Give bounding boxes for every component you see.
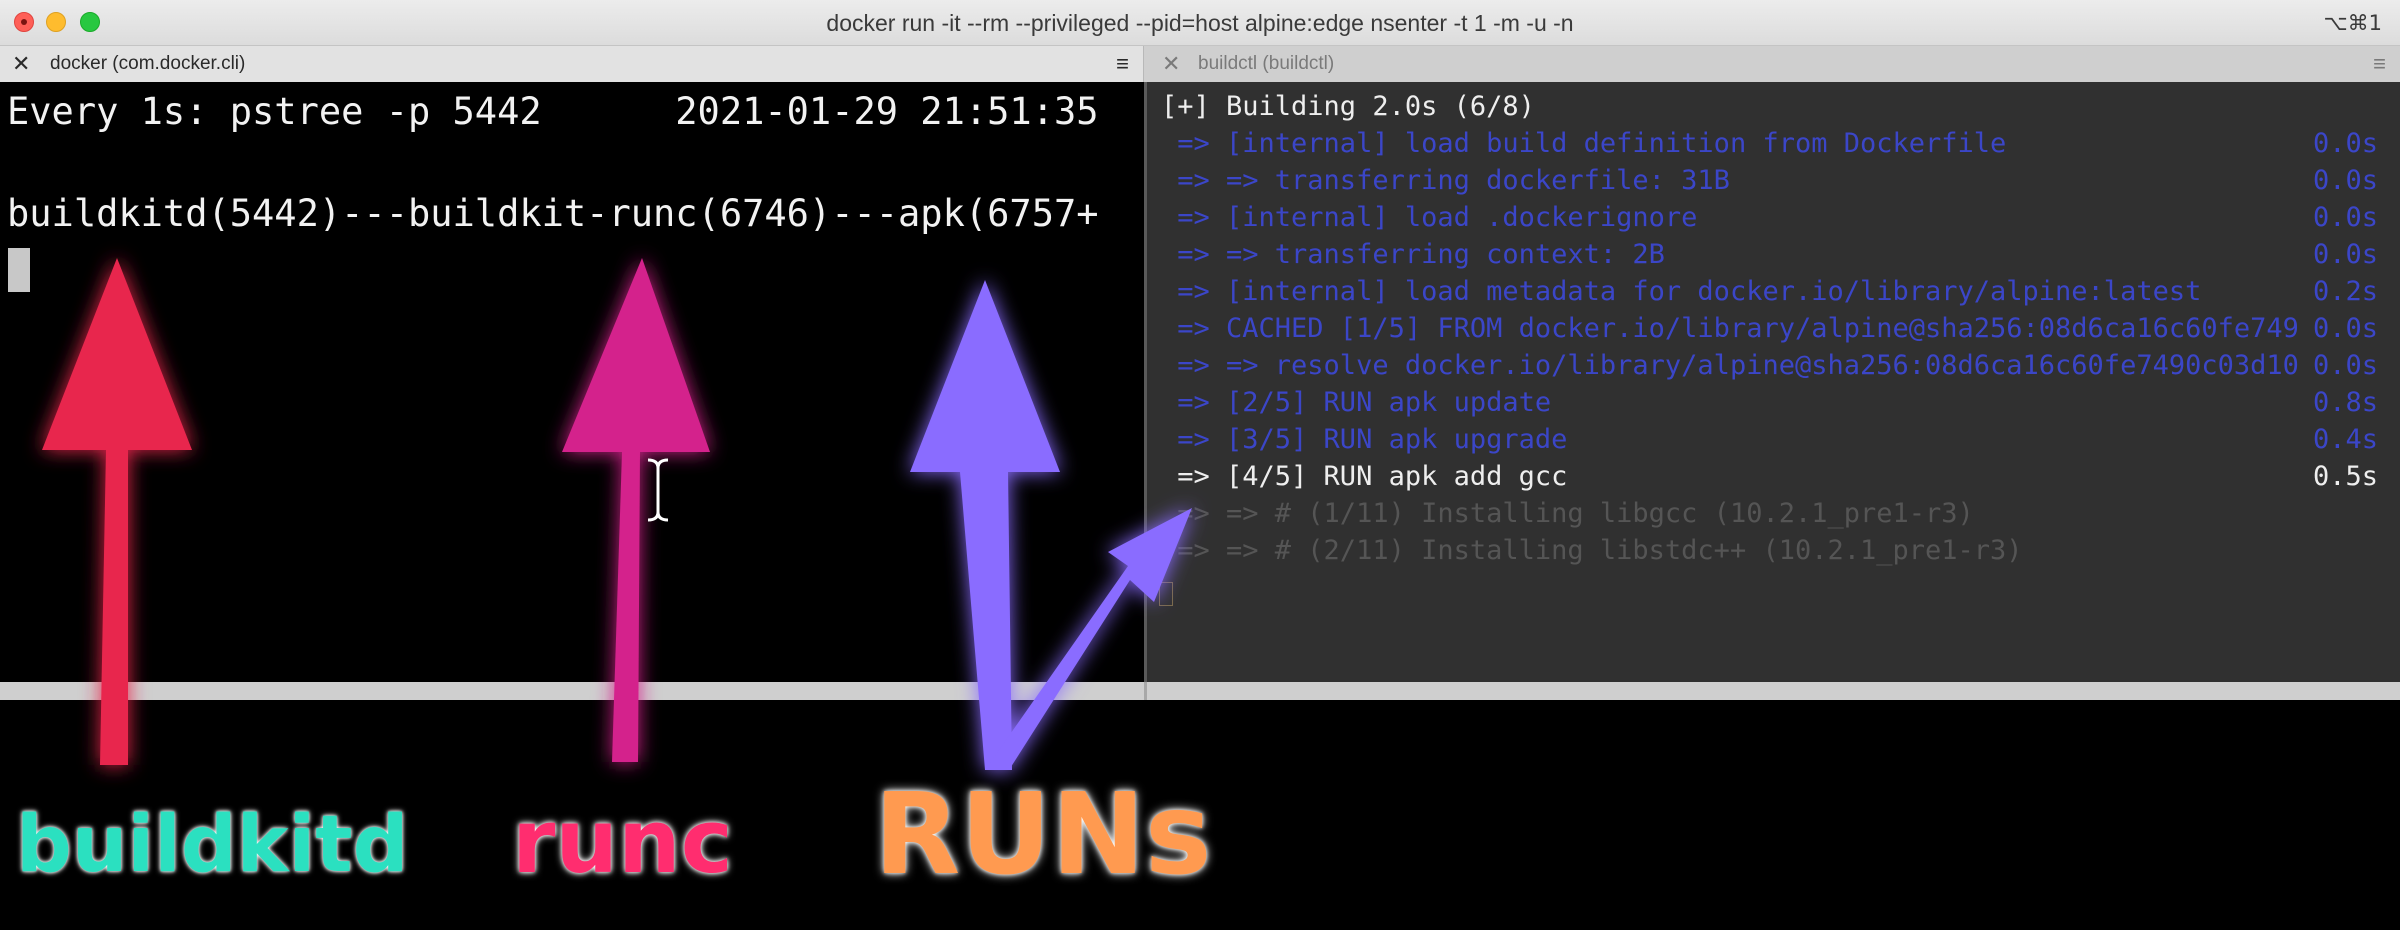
process-tree: buildkitd(5442)---buildkit-runc(6746)---…: [7, 192, 1099, 235]
terminal-cursor: [1159, 582, 1173, 606]
build-line: => CACHED [1/5] FROM docker.io/library/a…: [1161, 313, 2378, 344]
build-line: => [internal] load build definition from…: [1161, 128, 2378, 159]
window-shortcut: ⌥⌘1: [2323, 11, 2382, 35]
runs-caption: RUNs: [874, 770, 1212, 900]
buildkitd-caption: buildkitd: [16, 800, 409, 890]
build-line: => => # (2/11) Installing libstdc++ (10.…: [1161, 535, 2023, 566]
terminal-pane-docker[interactable]: Every 1s: pstree -p 5442 2021-01-29 21:5…: [0, 82, 1144, 682]
tab-docker[interactable]: ✕ docker (com.docker.cli) ≡: [0, 46, 1144, 82]
build-line: => [3/5] RUN apk upgrade 0.4s: [1161, 424, 2378, 455]
tab-buildctl[interactable]: ✕ buildctl (buildctl) ≡: [1144, 46, 2400, 82]
watch-header: Every 1s: pstree -p 5442 2021-01-29 21:5…: [7, 90, 1099, 133]
build-line: => [2/5] RUN apk update 0.8s: [1161, 387, 2378, 418]
close-tab-icon[interactable]: ✕: [1162, 46, 1180, 82]
terminal-cursor: [8, 248, 30, 292]
pane-menu-icon[interactable]: ≡: [1116, 46, 1129, 82]
build-line: => [4/5] RUN apk add gcc 0.5s: [1161, 461, 2378, 492]
pane-menu-icon[interactable]: ≡: [2373, 46, 2386, 82]
terminal-pane-buildctl[interactable]: [+] Building 2.0s (6/8) => [internal] lo…: [1144, 82, 2400, 682]
build-line: => => resolve docker.io/library/alpine@s…: [1161, 350, 2378, 381]
tab-bar: ✕ docker (com.docker.cli) ≡ ✕ buildctl (…: [0, 46, 2400, 82]
build-line: => [internal] load .dockerignore 0.0s: [1161, 202, 2378, 233]
runc-caption: runc: [512, 790, 733, 893]
tab-label: buildctl (buildctl): [1198, 53, 1335, 74]
title-bar: docker run -it --rm --privileged --pid=h…: [0, 0, 2400, 46]
build-line: => [internal] load metadata for docker.i…: [1161, 276, 2378, 307]
window-title: docker run -it --rm --privileged --pid=h…: [826, 10, 1574, 36]
tab-label: docker (com.docker.cli): [50, 53, 246, 74]
build-line: => => # (1/11) Installing libgcc (10.2.1…: [1161, 498, 1974, 529]
close-tab-icon[interactable]: ✕: [12, 46, 30, 82]
build-line: => => transferring dockerfile: 31B 0.0s: [1161, 165, 2378, 196]
build-line: [+] Building 2.0s (6/8): [1161, 91, 1535, 122]
build-line: => => transferring context: 2B 0.0s: [1161, 239, 2378, 270]
window-bottom-edge: [0, 682, 2400, 700]
